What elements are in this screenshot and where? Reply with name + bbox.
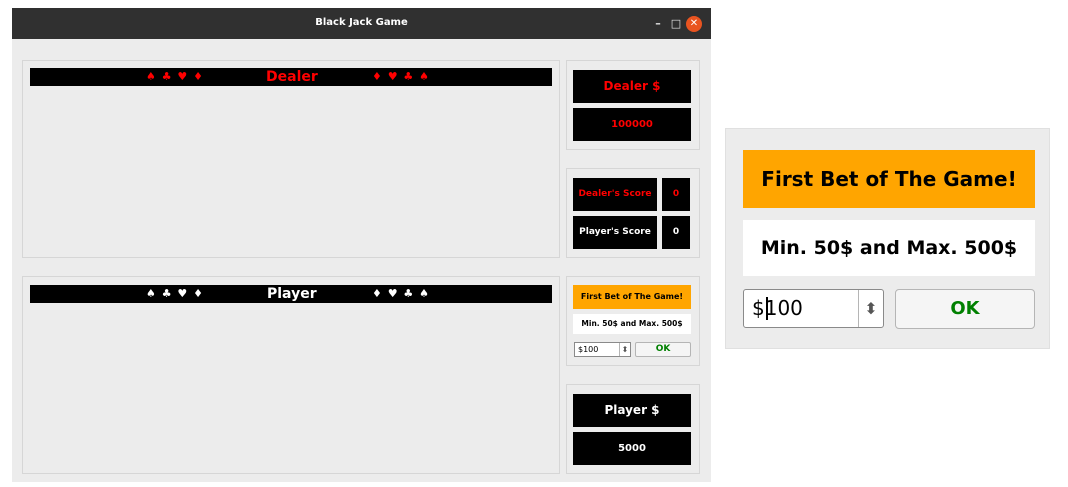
bet-amount-input[interactable]: $100 [578, 343, 598, 356]
dealer-banner-label: Dealer [266, 69, 318, 85]
dealer-right-suits: ♦ ♥ ♣ ♠ [372, 70, 430, 83]
text-cursor [766, 297, 768, 320]
player-left-suits: ♠ ♣ ♥ ♦ [146, 287, 204, 300]
spinner-arrows-icon[interactable]: ⬍ [619, 343, 630, 356]
bet-panel: First Bet of The Game! Min. 50$ and Max.… [566, 276, 700, 366]
ok-button[interactable]: OK [635, 342, 691, 357]
dealer-left-suits: ♠ ♣ ♥ ♦ [146, 70, 204, 83]
close-button[interactable]: ✕ [686, 16, 702, 32]
player-money-panel: Player $ 5000 [566, 384, 700, 474]
maximize-button[interactable]: □ [668, 16, 684, 32]
dealer-money-panel: Dealer $ 100000 [566, 60, 700, 150]
player-right-suits: ♦ ♥ ♣ ♠ [372, 287, 430, 300]
bet-panel-zoomed: First Bet of The Game! Min. 50$ and Max.… [725, 128, 1050, 349]
ok-button-zoomed[interactable]: OK [895, 289, 1035, 329]
bet-header: First Bet of The Game! [573, 285, 691, 309]
dealer-area: ♠ ♣ ♥ ♦ Dealer ♦ ♥ ♣ ♠ [22, 60, 560, 258]
player-banner-label: Player [267, 286, 317, 302]
bet-limits: Min. 50$ and Max. 500$ [573, 314, 691, 334]
player-area: ♠ ♣ ♥ ♦ Player ♦ ♥ ♣ ♠ [22, 276, 560, 474]
player-money-value: 5000 [573, 432, 691, 465]
window-title: Black Jack Game [315, 17, 408, 28]
player-banner: ♠ ♣ ♥ ♦ Player ♦ ♥ ♣ ♠ [30, 285, 552, 303]
bet-amount-input-zoomed[interactable]: $100 [752, 290, 803, 327]
minimize-button[interactable]: – [650, 16, 666, 32]
player-money-label: Player $ [573, 394, 691, 427]
player-score-value: 0 [662, 216, 690, 249]
player-score-label: Player's Score [573, 216, 657, 249]
dealer-score-label: Dealer's Score [573, 178, 657, 211]
dealer-banner: ♠ ♣ ♥ ♦ Dealer ♦ ♥ ♣ ♠ [30, 68, 552, 86]
bet-limits-zoomed: Min. 50$ and Max. 500$ [743, 220, 1035, 276]
dealer-score-value: 0 [662, 178, 690, 211]
dealer-money-label: Dealer $ [573, 70, 691, 103]
scores-panel: Dealer's Score 0 Player's Score 0 [566, 168, 700, 258]
app-window: Black Jack Game – □ ✕ ♠ ♣ ♥ ♦ Dealer ♦ ♥… [12, 8, 711, 482]
dealer-money-value: 100000 [573, 108, 691, 141]
spinner-arrows-icon-zoomed[interactable]: ⬍ [858, 290, 883, 327]
bet-header-zoomed: First Bet of The Game! [743, 150, 1035, 208]
title-bar: Black Jack Game – □ ✕ [12, 8, 711, 39]
bet-amount-spinbox-zoomed[interactable]: $100 ⬍ [743, 289, 884, 328]
bet-amount-spinbox[interactable]: $100 ⬍ [574, 342, 631, 357]
